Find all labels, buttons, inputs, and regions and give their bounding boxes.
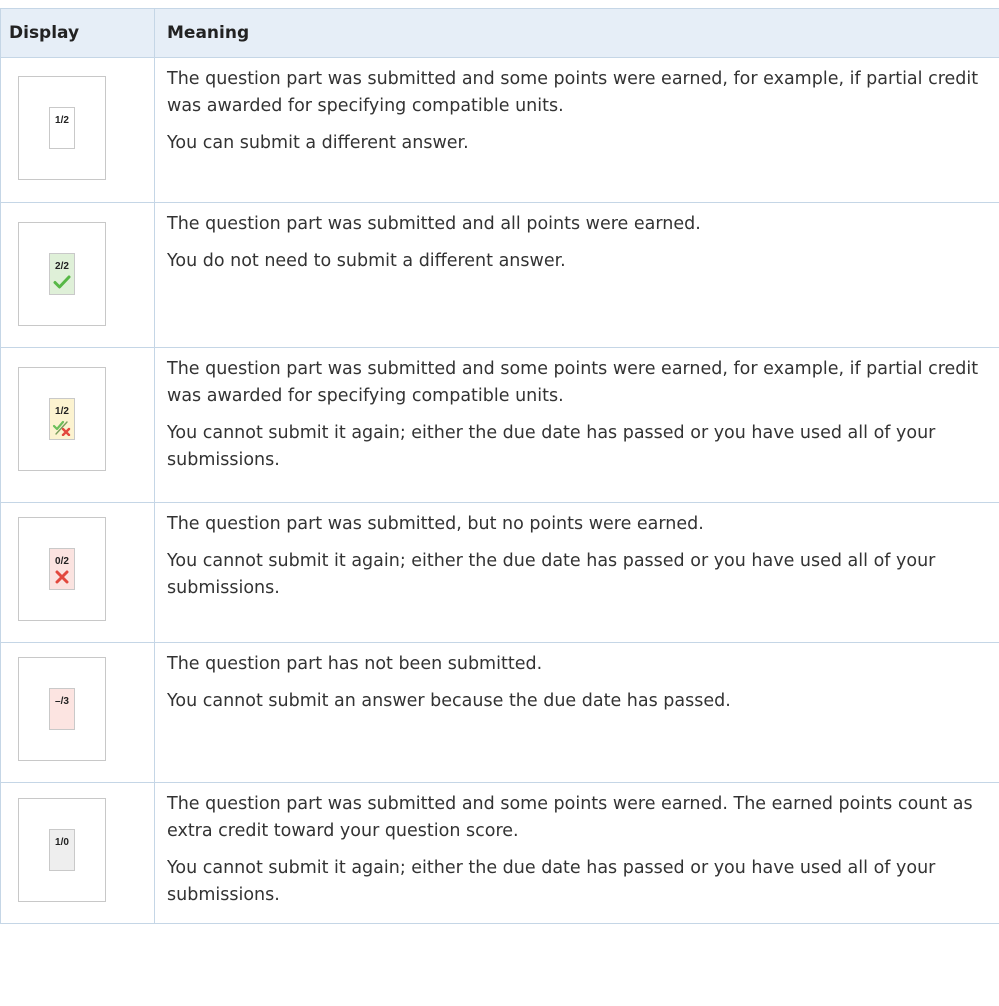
meaning-cell: The question part has not been submitted… — [154, 642, 999, 783]
display-cell: –/3 — [0, 642, 155, 783]
score-icon-frame: 1/2 — [18, 76, 106, 180]
meaning-paragraph: You do not need to submit a different an… — [167, 251, 566, 271]
display-cell: 1/2 — [0, 57, 155, 203]
table-row: 2/2 The question part was submitted and a… — [0, 202, 999, 348]
check-icon — [53, 275, 71, 289]
table-header-row: Display Meaning — [0, 8, 999, 58]
score-legend-table: Display Meaning 1/2 The question part was… — [0, 8, 999, 924]
score-icon-frame: 0/2 — [18, 517, 106, 621]
display-column-header: Display — [0, 8, 155, 58]
meaning-paragraph: The question part was submitted and some… — [167, 69, 979, 116]
table-row: 1/2 The question part was submitted and s… — [0, 57, 999, 203]
score-badge-partial-closed: 1/2 — [49, 398, 75, 440]
score-text: 1/0 — [55, 837, 69, 848]
display-cell: 2/2 — [0, 202, 155, 348]
display-cell: 1/0 — [0, 782, 155, 924]
meaning-cell: The question part was submitted and some… — [154, 782, 999, 924]
score-badge-correct: 2/2 — [49, 253, 75, 295]
score-text: 0/2 — [55, 556, 69, 567]
score-badge-partial-open: 1/2 — [49, 107, 75, 149]
meaning-paragraph: You cannot submit an answer because the … — [167, 691, 731, 711]
score-text: –/3 — [55, 696, 69, 707]
meaning-paragraph: The question part was submitted and some… — [167, 359, 979, 406]
meaning-column-header: Meaning — [154, 8, 999, 58]
score-badge-incorrect: 0/2 — [49, 548, 75, 590]
score-badge-extra-credit: 1/0 — [49, 829, 75, 871]
x-icon — [55, 570, 69, 584]
meaning-paragraph: The question part has not been submitted… — [167, 654, 543, 674]
score-text: 1/2 — [55, 406, 69, 417]
meaning-cell: The question part was submitted and some… — [154, 57, 999, 203]
meaning-paragraph: The question part was submitted, but no … — [167, 514, 704, 534]
meaning-cell: The question part was submitted and all … — [154, 202, 999, 348]
score-icon-frame: 2/2 — [18, 222, 106, 326]
score-text: 1/2 — [55, 115, 69, 126]
meaning-paragraph: You cannot submit it again; either the d… — [167, 423, 936, 470]
meaning-paragraph: You cannot submit it again; either the d… — [167, 858, 936, 905]
score-badge-not-submitted: –/3 — [49, 688, 75, 730]
meaning-paragraph: You can submit a different answer. — [167, 133, 469, 153]
table-row: 1/2 The question part was submitted and s… — [0, 347, 999, 503]
meaning-cell: The question part was submitted and some… — [154, 347, 999, 503]
score-text: 2/2 — [55, 261, 69, 272]
display-cell: 1/2 — [0, 347, 155, 503]
score-icon-frame: –/3 — [18, 657, 106, 761]
meaning-cell: The question part was submitted, but no … — [154, 502, 999, 643]
meaning-paragraph: The question part was submitted and all … — [167, 214, 701, 234]
display-cell: 0/2 — [0, 502, 155, 643]
meaning-paragraph: You cannot submit it again; either the d… — [167, 551, 936, 598]
table-row: 0/2 The question part was submitted, but … — [0, 502, 999, 643]
table-row: –/3 The question part has not been submit… — [0, 642, 999, 783]
partial-check-x-icon — [52, 420, 71, 436]
table-body: 1/2 The question part was submitted and s… — [0, 57, 999, 924]
meaning-paragraph: The question part was submitted and some… — [167, 794, 973, 841]
table-row: 1/0 The question part was submitted and s… — [0, 782, 999, 924]
score-icon-frame: 1/2 — [18, 367, 106, 471]
score-icon-frame: 1/0 — [18, 798, 106, 902]
